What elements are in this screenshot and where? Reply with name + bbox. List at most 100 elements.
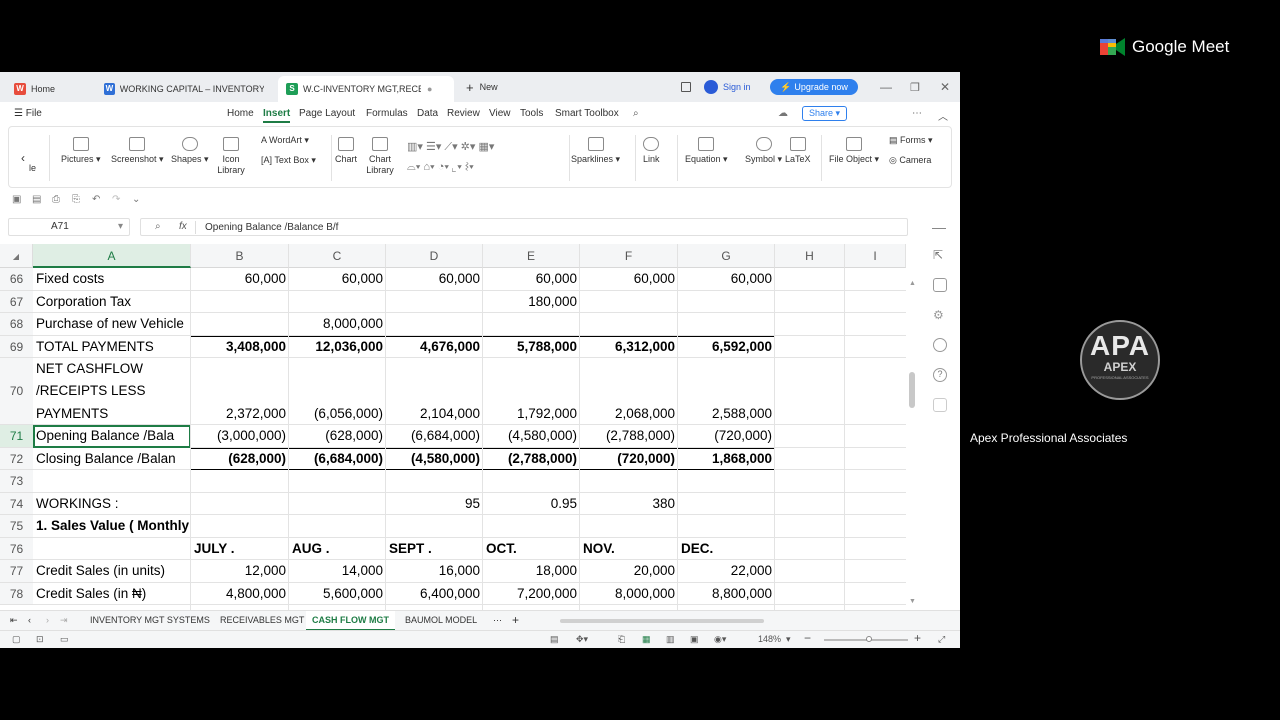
cell-b75[interactable] — [191, 515, 289, 537]
cell-f76[interactable]: NOV. — [580, 538, 678, 560]
equation-button[interactable]: Equation ▾ — [685, 137, 728, 165]
cell-g73[interactable] — [678, 470, 775, 492]
cell-c78[interactable]: 5,600,000 — [289, 583, 386, 605]
forms-button[interactable]: ▤ Forms ▾ — [889, 135, 933, 146]
cell-c69[interactable]: 12,036,000 — [289, 336, 386, 358]
next-sheet-icon[interactable]: › — [46, 615, 49, 625]
sheet-tab-inventory[interactable]: INVENTORY MGT SYSTEMS — [90, 615, 210, 625]
cell-e78[interactable]: 7,200,000 — [483, 583, 580, 605]
cell-e70[interactable]: 1,792,000 — [483, 403, 580, 425]
cell-f70[interactable]: 2,068,000 — [580, 403, 678, 425]
cell-g78[interactable]: 8,800,000 — [678, 583, 775, 605]
vertical-scrollbar-thumb[interactable] — [909, 372, 915, 408]
sparklines-button[interactable]: Sparklines ▾ — [571, 137, 620, 165]
first-sheet-icon[interactable]: ⇤ — [10, 615, 18, 626]
row-header[interactable]: 77 — [0, 560, 33, 583]
menu-smart-toolbox[interactable]: Smart Toolbox — [555, 108, 619, 119]
normal-view-icon[interactable]: ▤ — [550, 634, 559, 645]
more-icon[interactable]: ⋯ — [912, 108, 922, 119]
row-header[interactable]: 66 — [0, 268, 33, 291]
cell-f71[interactable]: (2,788,000) — [580, 425, 678, 447]
menu-page-layout[interactable]: Page Layout — [299, 108, 355, 119]
scroll-up-icon[interactable]: ▲ — [909, 280, 916, 287]
cell-a68[interactable]: Purchase of new Vehicle — [36, 313, 190, 335]
cell-e69[interactable]: 5,788,000 — [483, 336, 580, 358]
tab-working-capital[interactable]: W WORKING CAPITAL – INVENTORY MA — [96, 76, 272, 102]
tab-home[interactable]: W Home — [6, 76, 90, 102]
column-header-h[interactable]: H — [775, 244, 845, 268]
cell-g67[interactable] — [678, 291, 775, 313]
cell-e72[interactable]: (2,788,000) — [483, 448, 580, 470]
column-header-c[interactable]: C — [289, 244, 386, 268]
row-header[interactable]: 73 — [0, 470, 33, 493]
cell-g75[interactable] — [678, 515, 775, 537]
select-icon[interactable]: ⇱ — [933, 248, 947, 262]
cell-e77[interactable]: 18,000 — [483, 560, 580, 582]
history-icon[interactable] — [933, 338, 947, 352]
cell-c77[interactable]: 14,000 — [289, 560, 386, 582]
cell-f73[interactable] — [580, 470, 678, 492]
cell-b68[interactable] — [191, 313, 289, 335]
cell-f72[interactable]: (720,000) — [580, 448, 678, 470]
cell-b77[interactable]: 12,000 — [191, 560, 289, 582]
grid-view-icon[interactable]: ▦ — [642, 634, 651, 645]
cell-a67[interactable]: Corporation Tax — [36, 291, 190, 313]
search-icon[interactable]: ⌕ — [633, 108, 639, 119]
cell-c76[interactable]: AUG . — [289, 538, 386, 560]
menu-home[interactable]: Home — [227, 108, 254, 119]
row-header[interactable]: 76 — [0, 537, 33, 560]
page-break-icon[interactable]: ⎗ — [618, 634, 625, 645]
cell-b74[interactable] — [191, 493, 289, 515]
redo-icon[interactable]: ↷ — [112, 194, 120, 205]
scroll-down-icon[interactable]: ▼ — [909, 598, 916, 605]
cloud-icon[interactable]: ☁ — [778, 108, 788, 119]
cell-e71[interactable]: (4,580,000) — [483, 425, 580, 447]
cell-a72[interactable]: Closing Balance /Balan — [36, 448, 190, 470]
more-sheets-icon[interactable]: ⋯ — [493, 615, 502, 626]
minimize-button[interactable]: — — [880, 79, 892, 95]
cell-g66[interactable]: 60,000 — [678, 268, 775, 290]
ribbon-item-table[interactable]: le — [29, 163, 36, 173]
cell-c70[interactable]: (6,056,000) — [289, 403, 386, 425]
cell-a70-line1[interactable]: NET CASHFLOW — [36, 358, 190, 380]
column-header-a[interactable]: A — [33, 244, 191, 268]
column-header-i[interactable]: I — [845, 244, 906, 268]
cell-b66[interactable]: 60,000 — [191, 268, 289, 290]
cell-a70-line2[interactable]: /RECEIPTS LESS — [36, 380, 190, 402]
cell-f67[interactable] — [580, 291, 678, 313]
cell-d70[interactable]: 2,104,000 — [386, 403, 483, 425]
column-header-e[interactable]: E — [483, 244, 580, 268]
cell-d69[interactable]: 4,676,000 — [386, 336, 483, 358]
cell-d77[interactable]: 16,000 — [386, 560, 483, 582]
close-button[interactable]: ✕ — [940, 79, 950, 95]
print-preview-icon[interactable]: ⎘ — [72, 194, 80, 205]
cell-c68[interactable]: 8,000,000 — [289, 313, 386, 335]
row-header[interactable]: 71 — [0, 425, 33, 448]
cell-f78[interactable]: 8,000,000 — [580, 583, 678, 605]
cell-a76[interactable] — [36, 538, 190, 560]
cell-d68[interactable] — [386, 313, 483, 335]
zoom-in-icon[interactable]: + — [914, 631, 921, 645]
cell-f75[interactable] — [580, 515, 678, 537]
grid-icon[interactable] — [933, 398, 947, 412]
window-icon[interactable] — [681, 82, 691, 92]
selected-cell-a71[interactable] — [33, 425, 191, 448]
column-header-d[interactable]: D — [386, 244, 483, 268]
menu-review[interactable]: Review — [447, 108, 480, 119]
symbol-button[interactable]: Symbol ▾ — [745, 137, 782, 165]
cell-e74[interactable]: 0.95 — [483, 493, 580, 515]
cell-c66[interactable]: 60,000 — [289, 268, 386, 290]
cell-g77[interactable]: 22,000 — [678, 560, 775, 582]
cell-e75[interactable] — [483, 515, 580, 537]
cell-e66[interactable]: 60,000 — [483, 268, 580, 290]
cell-a66[interactable]: Fixed costs — [36, 268, 190, 290]
split-view-icon[interactable]: ▥ — [666, 634, 675, 645]
chevron-down-icon[interactable]: ⌄ — [132, 194, 140, 205]
name-box[interactable]: A71 ▾ — [8, 218, 130, 236]
format-icon[interactable] — [933, 278, 947, 292]
cell-b73[interactable] — [191, 470, 289, 492]
row-header[interactable]: 70 — [0, 358, 33, 425]
cell-g69[interactable]: 6,592,000 — [678, 336, 775, 358]
cell-d75[interactable] — [386, 515, 483, 537]
cell-a70[interactable]: PAYMENTS — [36, 403, 190, 425]
